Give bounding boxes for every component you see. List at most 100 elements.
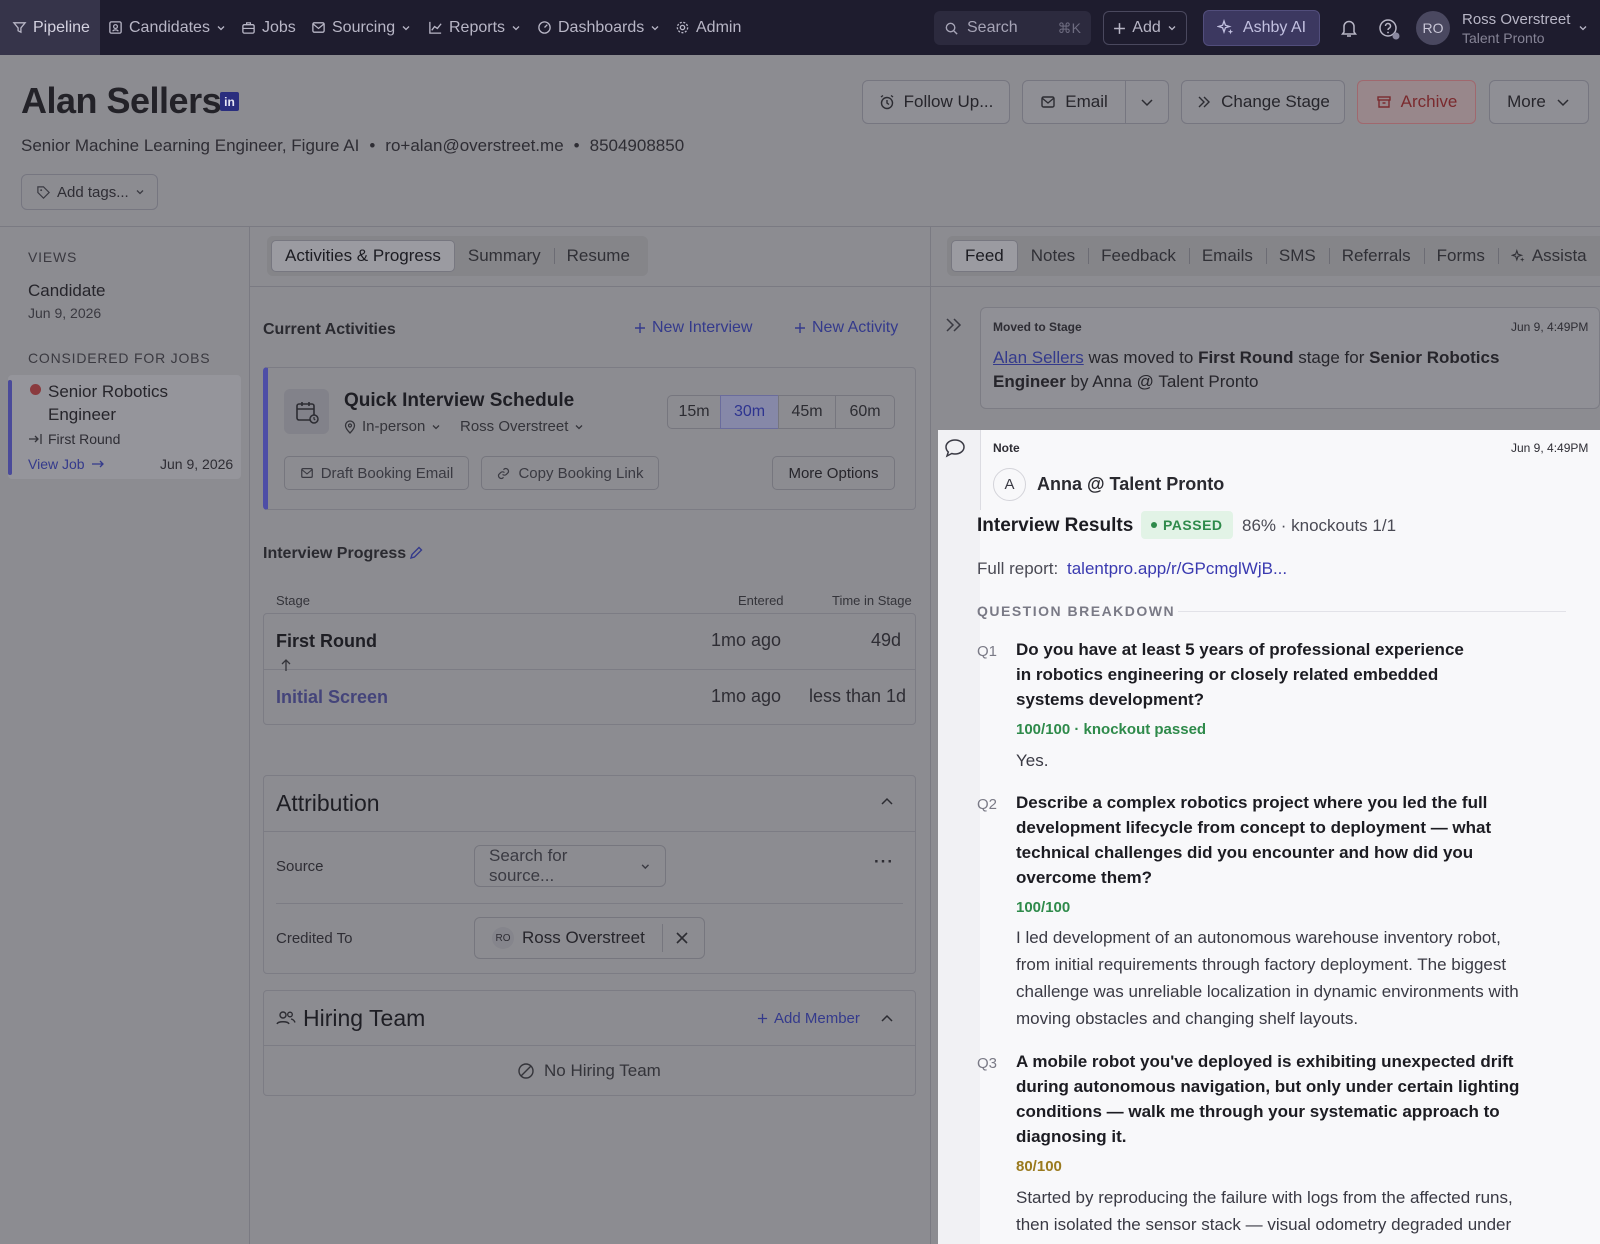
answer-line: moving obstacles and changing shelf layo… xyxy=(1016,1009,1359,1028)
job-title[interactable]: Senior Robotics Engineer xyxy=(48,380,168,426)
duration-60m[interactable]: 60m xyxy=(835,395,895,429)
email-label: Email xyxy=(1065,92,1108,111)
results-summary: 86% · knockouts 1/1 xyxy=(1242,516,1397,535)
hiring-team-divider xyxy=(263,1045,916,1046)
question-score: 100/100 xyxy=(1016,899,1071,916)
tab-sms[interactable]: SMS xyxy=(1265,240,1329,272)
nav-label: Admin xyxy=(696,18,742,36)
tab-activities[interactable]: Activities & Progress xyxy=(271,240,455,272)
source-more-menu[interactable]: ··· xyxy=(874,852,894,872)
user-menu[interactable]: Ross Overstreet Talent Pronto xyxy=(1462,10,1570,48)
nav-label: Sourcing xyxy=(332,18,396,36)
global-search[interactable]: Search ⌘K xyxy=(934,11,1091,45)
tab-summary[interactable]: Summary xyxy=(455,240,554,272)
report-label: Full report: xyxy=(977,559,1059,578)
view-job-link[interactable]: View Job xyxy=(28,456,105,472)
double-chevron-right-icon xyxy=(1198,96,1211,108)
help-icon[interactable] xyxy=(1378,18,1400,40)
note-gutter xyxy=(938,430,980,1244)
calendar-icon xyxy=(295,401,319,424)
ashby-ai-button[interactable]: Ashby AI xyxy=(1203,10,1320,46)
nav-jobs[interactable]: Jobs xyxy=(241,0,296,55)
close-icon[interactable] xyxy=(675,931,689,945)
view-candidate[interactable]: Candidate xyxy=(28,281,106,301)
nav-reports[interactable]: Reports xyxy=(428,0,521,55)
question-answer: Yes. xyxy=(1016,747,1048,774)
tab-assistant[interactable]: Assista xyxy=(1497,240,1600,272)
candidate-link[interactable]: Alan Sellers xyxy=(993,348,1084,367)
question-line: Describe a complex robotics project wher… xyxy=(1016,793,1488,812)
tab-forms[interactable]: Forms xyxy=(1423,240,1498,272)
note-border xyxy=(980,430,981,510)
add-tags-button[interactable]: Add tags... xyxy=(21,174,158,210)
pencil-icon[interactable] xyxy=(408,545,424,561)
more-button[interactable]: More xyxy=(1489,80,1589,124)
users-icon xyxy=(276,1011,296,1025)
linkedin-icon[interactable]: in xyxy=(220,92,239,111)
candidate-phone[interactable]: 8504908850 xyxy=(590,136,685,155)
calendar-icon-box xyxy=(284,389,329,434)
candidate-email[interactable]: ro+alan@overstreet.me xyxy=(385,136,563,155)
change-stage-button[interactable]: Change Stage xyxy=(1181,80,1345,124)
add-member-link[interactable]: Add Member xyxy=(757,1010,860,1027)
question-answer: I led development of an autonomous wareh… xyxy=(1016,924,1519,1032)
mail-icon xyxy=(312,22,325,33)
attribution-row-divider xyxy=(276,903,903,904)
archive-button[interactable]: Archive xyxy=(1357,80,1476,124)
chevron-down-icon xyxy=(642,863,650,869)
duration-45m[interactable]: 45m xyxy=(778,395,836,429)
follow-up-button[interactable]: Follow Up... xyxy=(862,80,1010,124)
mail-icon xyxy=(1041,96,1055,108)
user-avatar[interactable]: RO xyxy=(1416,11,1450,45)
new-activity-link[interactable]: New Activity xyxy=(794,319,898,337)
source-select[interactable]: Search for source... xyxy=(474,845,666,887)
question-text: A mobile robot you've deployed is exhibi… xyxy=(1016,1049,1519,1149)
more-options-button[interactable]: More Options xyxy=(772,456,895,490)
attribution-heading: Attribution xyxy=(276,790,380,816)
chevron-down-icon xyxy=(512,25,520,30)
draft-booking-email-button[interactable]: Draft Booking Email xyxy=(284,456,469,490)
stage-entered: 1mo ago xyxy=(711,630,782,650)
email-button[interactable]: Email xyxy=(1022,80,1126,124)
tab-notes[interactable]: Notes xyxy=(1018,240,1088,272)
duration-15m[interactable]: 15m xyxy=(667,395,721,429)
plus-icon xyxy=(757,1013,768,1024)
tab-referrals[interactable]: Referrals xyxy=(1328,240,1424,272)
event-stage: First Round xyxy=(1198,348,1294,367)
nav-pipeline[interactable]: Pipeline xyxy=(0,0,100,55)
header-divider xyxy=(0,226,1600,227)
duration-30m[interactable]: 30m xyxy=(720,395,779,429)
nav-dashboards[interactable]: Dashboards xyxy=(537,0,660,55)
separator-dot: • xyxy=(369,136,376,155)
sparkle-icon xyxy=(1510,248,1525,262)
interviewer-select[interactable]: Ross Overstreet xyxy=(460,418,584,435)
tab-feedback[interactable]: Feedback xyxy=(1088,240,1189,272)
chevron-up-icon[interactable] xyxy=(880,796,894,806)
archive-icon xyxy=(1376,96,1391,108)
answer-line: Started by reproducing the failure with … xyxy=(1016,1188,1513,1207)
no-hiring-team: No Hiring Team xyxy=(517,1061,661,1081)
nav-candidates[interactable]: Candidates xyxy=(108,0,226,55)
question-line: diagnosing it. xyxy=(1016,1127,1127,1146)
report-link[interactable]: talentpro.app/r/GPcmglWjB... xyxy=(1067,559,1287,578)
new-interview-link[interactable]: New Interview xyxy=(634,319,752,337)
location-select[interactable]: In-person xyxy=(344,418,441,435)
chevron-up-icon[interactable] xyxy=(880,1013,894,1023)
more-label: More xyxy=(1507,92,1546,111)
email-options-button[interactable] xyxy=(1125,80,1169,124)
add-button[interactable]: Add xyxy=(1103,11,1187,45)
user-org: Talent Pronto xyxy=(1462,30,1545,46)
copy-booking-link-button[interactable]: Copy Booking Link xyxy=(481,456,659,490)
nav-admin[interactable]: Admin xyxy=(675,0,741,55)
chevron-down-icon[interactable] xyxy=(1578,23,1588,33)
candidate-subline: Senior Machine Learning Engineer, Figure… xyxy=(21,136,684,156)
question-line: A mobile robot you've deployed is exhibi… xyxy=(1016,1052,1514,1071)
tab-feed[interactable]: Feed xyxy=(951,240,1018,272)
tab-resume[interactable]: Resume xyxy=(553,240,643,272)
tab-emails[interactable]: Emails xyxy=(1188,240,1266,272)
nav-sourcing[interactable]: Sourcing xyxy=(311,0,411,55)
bell-icon[interactable] xyxy=(1340,18,1358,38)
status-badge: PASSED xyxy=(1141,511,1233,539)
chevron-down-icon xyxy=(1168,26,1176,31)
credited-to-label: Credited To xyxy=(276,930,353,947)
